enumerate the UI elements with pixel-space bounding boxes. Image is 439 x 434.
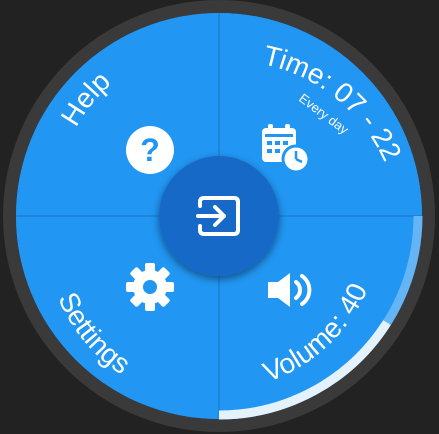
svg-text:?: ? [140, 132, 160, 168]
watch-menu: ? Help Time: 07 - 22 Every day Settings … [0, 0, 439, 434]
gear-icon [126, 263, 174, 311]
exit-button[interactable] [159, 156, 279, 276]
watch-face: ? Help Time: 07 - 22 Every day Settings … [3, 0, 435, 432]
help-icon: ? [126, 126, 174, 174]
